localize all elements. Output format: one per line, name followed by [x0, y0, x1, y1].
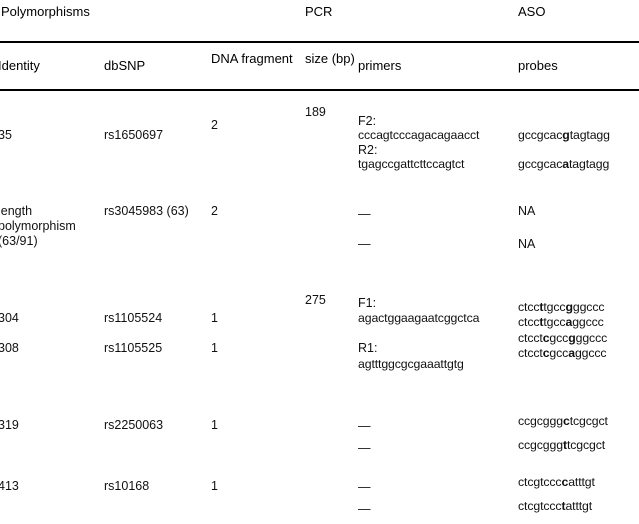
- cell-probe-allele-2: ccgcgggttcgcgct: [518, 438, 639, 453]
- cell-primer-none-1: —: [358, 207, 371, 221]
- probe-prefix: ccgcggg: [518, 414, 563, 428]
- cell-dbsnp: rs2250063: [104, 418, 164, 432]
- probe-suffix: ggccc: [575, 331, 608, 345]
- probe-suffix: ggccc: [572, 300, 605, 314]
- table-row: length polymorphism (63/91): [0, 204, 76, 248]
- probe-suffix: ggccc: [574, 346, 607, 360]
- table-row: 413: [0, 479, 19, 493]
- header-top-rule: [0, 41, 639, 43]
- probe-suffix: atttgt: [565, 499, 593, 513]
- cell-dna-fragment: 2: [211, 118, 218, 132]
- cell-primer-sequence-r2: tgagccgattcttccagtct: [358, 157, 465, 171]
- cell-probe-allele-2: gccgcacatagtagg: [518, 157, 639, 172]
- cell-size-bp: 275: [305, 293, 326, 307]
- probe-snp-base-2: g: [565, 300, 573, 314]
- cell-primer-label-r1: R1:: [358, 341, 378, 355]
- cell-probe-allele-1: gccgcacgtagtagg: [518, 128, 639, 143]
- table-row: 304: [0, 311, 19, 325]
- header-bottom-rule: [0, 89, 639, 91]
- probe-snp-base-2: g: [568, 331, 576, 345]
- cell-probe-allele-1: ctcctcgccgggccc: [518, 331, 639, 346]
- cell-dbsnp: rs1650697: [104, 128, 164, 142]
- cell-primer-none-2: —: [358, 237, 371, 251]
- cell-dna-fragment: 1: [211, 341, 218, 355]
- cell-probe-allele-2: ctcctcgccaggccc: [518, 346, 639, 361]
- probe-suffix: atttgt: [568, 475, 595, 489]
- probe-snp-base: a: [562, 157, 570, 171]
- probe-suffix: tagtagg: [569, 157, 610, 171]
- cell-primer-label-f1: F1:: [358, 296, 377, 310]
- group-header-pcr: PCR: [305, 4, 333, 19]
- table-row: 319: [0, 418, 19, 432]
- column-header-size-bp: size (bp): [305, 51, 355, 66]
- cell-primer-sequence-r1: agtttggcgcgaaattgtg: [358, 357, 464, 371]
- cell-primer-label-r2: R2:: [358, 143, 378, 157]
- cell-primer-none-1: —: [358, 419, 371, 433]
- cell-probe-allele-2: ctcgtccctatttgt: [518, 499, 639, 514]
- cell-primer-sequence-f1: agactggaagaatcggctca: [358, 311, 480, 325]
- cell-dbsnp: rs10168: [104, 479, 150, 493]
- probe-suffix: tagtagg: [569, 128, 610, 142]
- cell-probe-na-1: NA: [518, 204, 536, 218]
- probe-prefix: ctcc: [518, 315, 540, 329]
- group-header-polymorphisms: Polymorphisms: [1, 4, 90, 19]
- probe-mid: gcc: [549, 346, 569, 360]
- probe-prefix: gccgcac: [518, 128, 563, 142]
- probe-suffix: tcgcgct: [566, 438, 606, 452]
- probe-snp-base-2: a: [568, 346, 575, 360]
- cell-primer-label-f2: F2:: [358, 114, 377, 128]
- probe-prefix: ctcct: [518, 331, 543, 345]
- cell-probe-na-2: NA: [518, 237, 536, 251]
- probe-suffix: ggccc: [572, 315, 604, 329]
- cell-primer-sequence-f2: cccagtcccagacagaacct: [358, 128, 480, 142]
- cell-primer-none-1: —: [358, 480, 371, 494]
- probe-mid: tgcc: [543, 315, 566, 329]
- column-header-dbsnp: dbSNP: [104, 58, 146, 73]
- column-header-primers: primers: [358, 58, 402, 73]
- cell-dna-fragment: 1: [211, 311, 218, 325]
- cell-dbsnp: rs3045983 (63): [104, 204, 189, 218]
- probe-prefix: ctcgtccc: [518, 475, 562, 489]
- cell-dna-fragment: 1: [211, 418, 218, 432]
- column-header-dna-fragment: DNA fragment: [211, 51, 293, 66]
- probe-mid: tgcc: [543, 300, 566, 314]
- cell-dna-fragment: 1: [211, 479, 218, 493]
- cell-primer-none-2: —: [358, 502, 371, 516]
- cell-dbsnp: rs1105525: [104, 341, 163, 355]
- cell-size-bp: 189: [305, 105, 326, 119]
- probe-mid: gcc: [549, 331, 569, 345]
- probe-prefix: ccgcggg: [518, 438, 563, 452]
- probe-prefix: ctcgtccc: [518, 499, 562, 513]
- probe-prefix: ctcc: [518, 300, 540, 314]
- table-row: 35: [0, 128, 12, 142]
- table-row: 308: [0, 341, 19, 355]
- cell-probe-allele-2: ctccttgccaggccc: [518, 315, 639, 330]
- column-header-identity: Identity: [0, 58, 40, 73]
- cell-probe-allele-1: ctccttgccgggccc: [518, 300, 639, 315]
- cell-probe-allele-1: ccgcgggctcgcgct: [518, 414, 639, 429]
- probe-snp-base: c: [562, 414, 570, 428]
- probe-prefix: gccgcac: [518, 157, 563, 171]
- probe-snp-base: g: [562, 128, 570, 142]
- cell-probe-allele-1: ctcgtccccatttgt: [518, 475, 639, 490]
- cell-dna-fragment: 2: [211, 204, 218, 218]
- column-header-probes: probes: [518, 58, 558, 73]
- group-header-aso: ASO: [518, 4, 546, 19]
- table-page: Polymorphisms PCR ASO Identity dbSNP DNA…: [0, 0, 639, 524]
- probe-suffix: tcgcgct: [569, 414, 608, 428]
- cell-dbsnp: rs1105524: [104, 311, 163, 325]
- cell-primer-none-2: —: [358, 441, 371, 455]
- probe-prefix: ctcct: [518, 346, 543, 360]
